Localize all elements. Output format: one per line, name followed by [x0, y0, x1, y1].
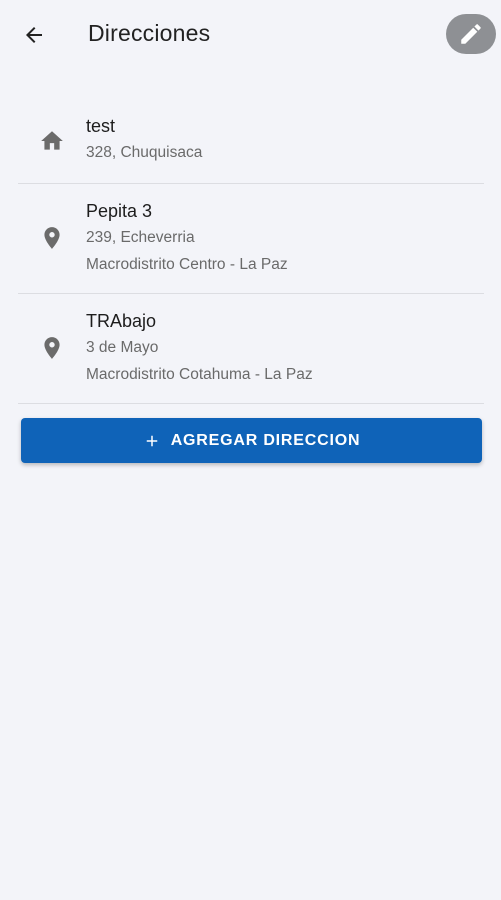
add-address-label: AGREGAR DIRECCION	[170, 431, 361, 449]
location-pin-icon	[38, 334, 66, 362]
page-title: Direcciones	[88, 20, 211, 46]
address-line: 239, Echeverria	[86, 229, 195, 246]
address-name: Pepita 3	[86, 201, 153, 221]
arrow-left-icon	[26, 27, 42, 43]
back-button[interactable]	[14, 17, 54, 53]
edit-button[interactable]	[446, 14, 496, 54]
location-pin-icon	[38, 224, 66, 252]
address-item[interactable]: test 328, Chuquisaca	[18, 98, 484, 184]
address-list: test 328, Chuquisaca Pepita 3 239, Echev…	[18, 98, 484, 404]
address-item[interactable]: Pepita 3 239, Echeverria Macrodistrito C…	[18, 184, 484, 294]
add-address-button[interactable]: AGREGAR DIRECCION	[21, 418, 482, 463]
address-name: TRAbajo	[86, 311, 157, 331]
address-line: 3 de Mayo	[86, 339, 159, 356]
address-district: Macrodistrito Centro - La Paz	[86, 256, 288, 273]
app-bar: Direcciones	[0, 0, 501, 72]
home-icon	[38, 127, 66, 155]
address-item[interactable]: TRAbajo 3 de Mayo Macrodistrito Cotahuma…	[18, 294, 484, 404]
address-district: Macrodistrito Cotahuma - La Paz	[86, 366, 313, 383]
plus-icon	[143, 432, 161, 450]
pencil-icon	[461, 24, 481, 44]
address-name: test	[86, 116, 116, 136]
address-line: 328, Chuquisaca	[86, 144, 203, 161]
